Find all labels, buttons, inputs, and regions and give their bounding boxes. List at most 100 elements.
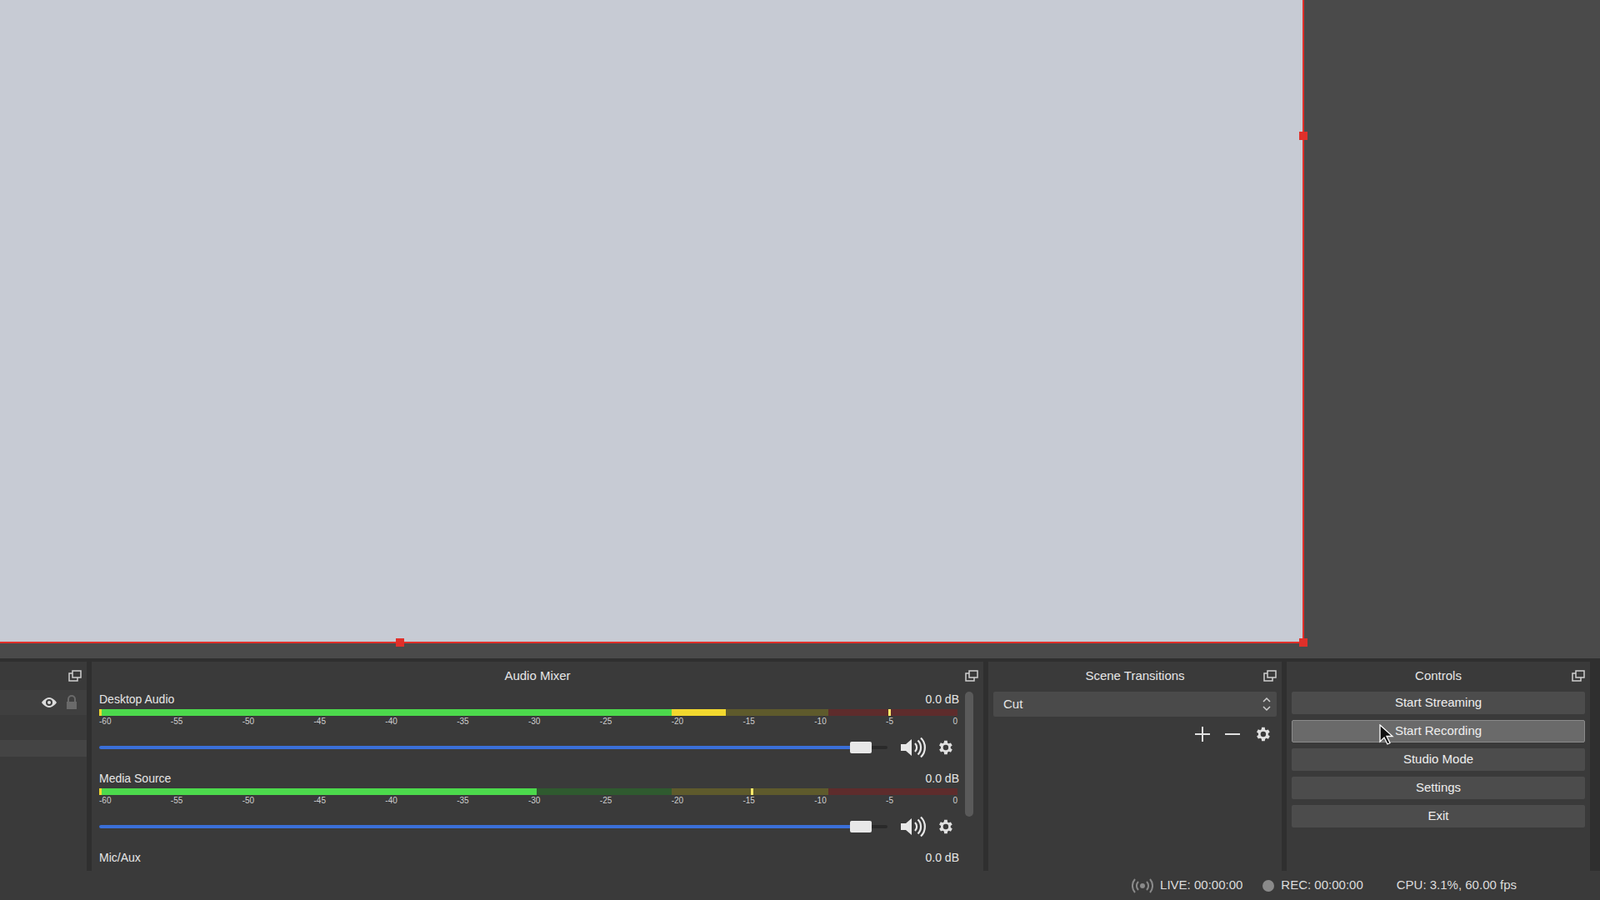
audio-mixer: Audio MixerDesktop Audio0.0 dB-60-55-50-… bbox=[91, 661, 984, 871]
scale-label: -25 bbox=[600, 796, 612, 805]
audio-mixer-header: Audio Mixer bbox=[91, 661, 984, 690]
scale-label: -20 bbox=[671, 796, 684, 805]
sources-dock-header bbox=[0, 661, 87, 690]
channel-reading: 0.0 dB bbox=[925, 693, 960, 705]
control-button[interactable]: Studio Mode bbox=[1291, 748, 1585, 771]
level-meter bbox=[99, 709, 958, 716]
float-icon[interactable] bbox=[1571, 670, 1585, 682]
transition-value: Cut bbox=[1003, 695, 1023, 715]
control-button-label: Exit bbox=[1427, 806, 1449, 826]
scale-label: -60 bbox=[99, 717, 111, 726]
record-dot-icon bbox=[1262, 880, 1275, 892]
scale-label: -45 bbox=[313, 717, 325, 726]
gear-icon[interactable] bbox=[1253, 725, 1272, 744]
scale-label: -15 bbox=[742, 796, 755, 805]
control-button[interactable]: Settings bbox=[1291, 776, 1585, 800]
speaker-icon[interactable] bbox=[899, 736, 926, 759]
minus-icon[interactable] bbox=[1223, 725, 1242, 744]
mixer-channel: Mic/Aux0.0 dB bbox=[99, 848, 960, 871]
scale-label: -50 bbox=[242, 796, 255, 805]
resize-handle[interactable] bbox=[1299, 131, 1308, 140]
channel-header: Desktop Audio 0.0 dB bbox=[99, 690, 960, 705]
scale-label: -55 bbox=[170, 717, 183, 726]
volume-slider[interactable] bbox=[99, 815, 888, 839]
scale-label: -10 bbox=[814, 796, 826, 805]
level-fill bbox=[99, 709, 726, 716]
mixer-channel: Media Source0.0 dB-60-55-50-45-40-35-30-… bbox=[99, 769, 960, 849]
broadcast-icon bbox=[1131, 878, 1154, 894]
mixer-channel-list: Desktop Audio0.0 dB-60-55-50-45-40-35-30… bbox=[91, 690, 984, 871]
rec-status: REC: 00:00:00 bbox=[1262, 875, 1363, 895]
control-button-label: Start Streaming bbox=[1395, 693, 1482, 713]
resize-handle[interactable] bbox=[395, 638, 405, 647]
sources-dock bbox=[0, 661, 87, 871]
gear-icon[interactable] bbox=[935, 817, 955, 836]
scale-label: 0 bbox=[952, 717, 958, 726]
scale-label: -40 bbox=[385, 796, 397, 805]
control-button[interactable]: Start Streaming bbox=[1291, 691, 1585, 715]
cpu-status: CPU: 3.1%, 60.00 fps bbox=[1396, 875, 1517, 895]
channel-name: Mic/Aux bbox=[99, 851, 141, 864]
volume-track bbox=[99, 825, 888, 829]
volume-fill bbox=[99, 825, 872, 829]
meter-scale: -60-55-50-45-40-35-30-25-20-15-10-50 bbox=[99, 796, 958, 805]
audio-mixer-body: Desktop Audio0.0 dB-60-55-50-45-40-35-30… bbox=[91, 690, 984, 871]
volume-handle[interactable] bbox=[850, 820, 872, 833]
source-row[interactable] bbox=[0, 690, 87, 715]
spinner-icon bbox=[1261, 695, 1272, 713]
scale-label: -35 bbox=[456, 717, 469, 726]
scale-label: -15 bbox=[742, 717, 755, 726]
float-icon[interactable] bbox=[1263, 670, 1277, 682]
control-button[interactable]: Exit bbox=[1291, 805, 1585, 828]
scale-label: -55 bbox=[170, 796, 183, 805]
dock-title: Audio Mixer bbox=[504, 666, 570, 686]
lock-icon[interactable] bbox=[65, 695, 79, 710]
channel-header: Media Source 0.0 dB bbox=[99, 769, 960, 785]
scene-transitions-header: Scene Transitions bbox=[988, 661, 1282, 690]
preview-frame[interactable] bbox=[0, 0, 1305, 644]
controls: ControlsStart StreamingStart RecordingSt… bbox=[1286, 661, 1590, 871]
scene-transitions: Scene Transitions Cut bbox=[988, 661, 1282, 871]
live-status: LIVE: 00:00:00 bbox=[1131, 875, 1243, 895]
controls-header: Controls bbox=[1286, 661, 1590, 690]
channel-name: Desktop Audio bbox=[99, 693, 175, 705]
plus-icon[interactable] bbox=[1193, 725, 1212, 744]
float-icon[interactable] bbox=[965, 670, 979, 682]
peak-marker bbox=[888, 709, 891, 716]
scale-label: -40 bbox=[385, 717, 397, 726]
scale-label: -30 bbox=[528, 796, 540, 805]
transition-select[interactable]: Cut bbox=[993, 691, 1277, 717]
scene-transitions-body: Cut bbox=[988, 690, 1282, 871]
mixer-scrollbar[interactable] bbox=[965, 691, 974, 817]
live-time: LIVE: 00:00:00 bbox=[1160, 875, 1243, 895]
eye-icon[interactable] bbox=[40, 695, 59, 710]
gear-icon[interactable] bbox=[935, 738, 955, 757]
controls-body: Start Streaming Start Recording Studio Mod… bbox=[1286, 690, 1590, 871]
channel-controls bbox=[99, 735, 960, 760]
scale-label: -5 bbox=[885, 717, 894, 726]
scale-label: -20 bbox=[671, 717, 684, 726]
scale-label: -30 bbox=[528, 717, 540, 726]
channel-name: Media Source bbox=[99, 772, 171, 785]
volume-slider[interactable] bbox=[99, 735, 888, 760]
volume-handle[interactable] bbox=[850, 741, 872, 754]
scale-label: -25 bbox=[600, 717, 612, 726]
channel-controls bbox=[99, 815, 960, 839]
channel-reading: 0.0 dB bbox=[925, 772, 960, 785]
scale-label: -35 bbox=[456, 796, 469, 805]
status-bar: LIVE: 00:00:00 REC: 00:00:00 CPU: 3.1%, 60… bbox=[0, 870, 1600, 900]
level-meter bbox=[99, 788, 958, 795]
speaker-icon[interactable] bbox=[899, 815, 926, 838]
transition-toolbar bbox=[993, 723, 1277, 745]
float-icon[interactable] bbox=[68, 670, 82, 682]
meter-start-marker bbox=[99, 709, 102, 716]
scale-label: -50 bbox=[242, 717, 255, 726]
control-button-label: Settings bbox=[1415, 778, 1461, 798]
scale-label: -60 bbox=[99, 796, 111, 805]
peak-marker bbox=[750, 788, 754, 795]
control-button[interactable]: Start Recording bbox=[1291, 720, 1585, 743]
meter-start-marker bbox=[99, 788, 102, 795]
resize-handle[interactable] bbox=[1299, 638, 1308, 647]
scale-label: -10 bbox=[814, 717, 826, 726]
mixer-channel: Desktop Audio0.0 dB-60-55-50-45-40-35-30… bbox=[99, 690, 960, 770]
